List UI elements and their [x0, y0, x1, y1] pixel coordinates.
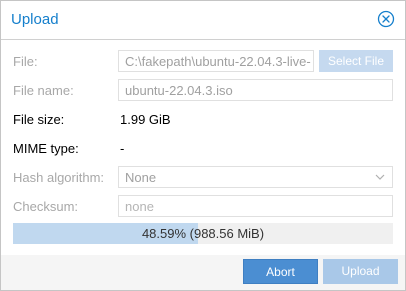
dialog-title: Upload	[11, 11, 59, 28]
progress-text: 48.59% (988.56 MiB)	[141, 226, 265, 241]
file-name-row: File name: ubuntu-22.04.3.iso	[13, 79, 393, 103]
chevron-down-icon	[374, 171, 386, 183]
checksum-input: none	[118, 195, 393, 217]
file-size-value: 1.99 GiB	[120, 112, 171, 127]
file-row: File: C:\fakepath\ubuntu-22.04.3-live- S…	[13, 50, 393, 74]
file-size-label: File size:	[13, 112, 65, 127]
abort-button[interactable]: Abort	[243, 259, 318, 284]
dialog-header: Upload	[1, 1, 405, 40]
mime-type-label: MIME type:	[13, 141, 79, 156]
hash-algorithm-row: Hash algorithm: None	[13, 166, 393, 190]
mime-type-value: -	[120, 141, 125, 156]
file-size-row: File size: 1.99 GiB	[13, 108, 393, 132]
close-icon[interactable]	[377, 10, 395, 28]
select-file-button[interactable]: Select File	[319, 50, 393, 72]
file-name-label: File name:	[13, 83, 74, 98]
file-label: File:	[13, 54, 38, 69]
upload-button: Upload	[323, 259, 398, 284]
checksum-row: Checksum: none	[13, 195, 393, 219]
hash-algorithm-label: Hash algorithm:	[13, 170, 105, 185]
upload-progress-bar: 48.59% (988.56 MiB)	[13, 223, 393, 244]
hash-algorithm-select: None	[118, 166, 393, 188]
file-path-field: C:\fakepath\ubuntu-22.04.3-live-	[118, 50, 314, 72]
file-name-field: ubuntu-22.04.3.iso	[118, 79, 393, 101]
checksum-label: Checksum:	[13, 199, 79, 214]
dialog-footer: Abort Upload	[1, 255, 405, 290]
mime-type-row: MIME type: -	[13, 137, 393, 161]
upload-dialog: Upload File: C:\fakepath\ubuntu-22.04.3-…	[0, 0, 406, 291]
hash-algorithm-value: None	[125, 170, 157, 185]
